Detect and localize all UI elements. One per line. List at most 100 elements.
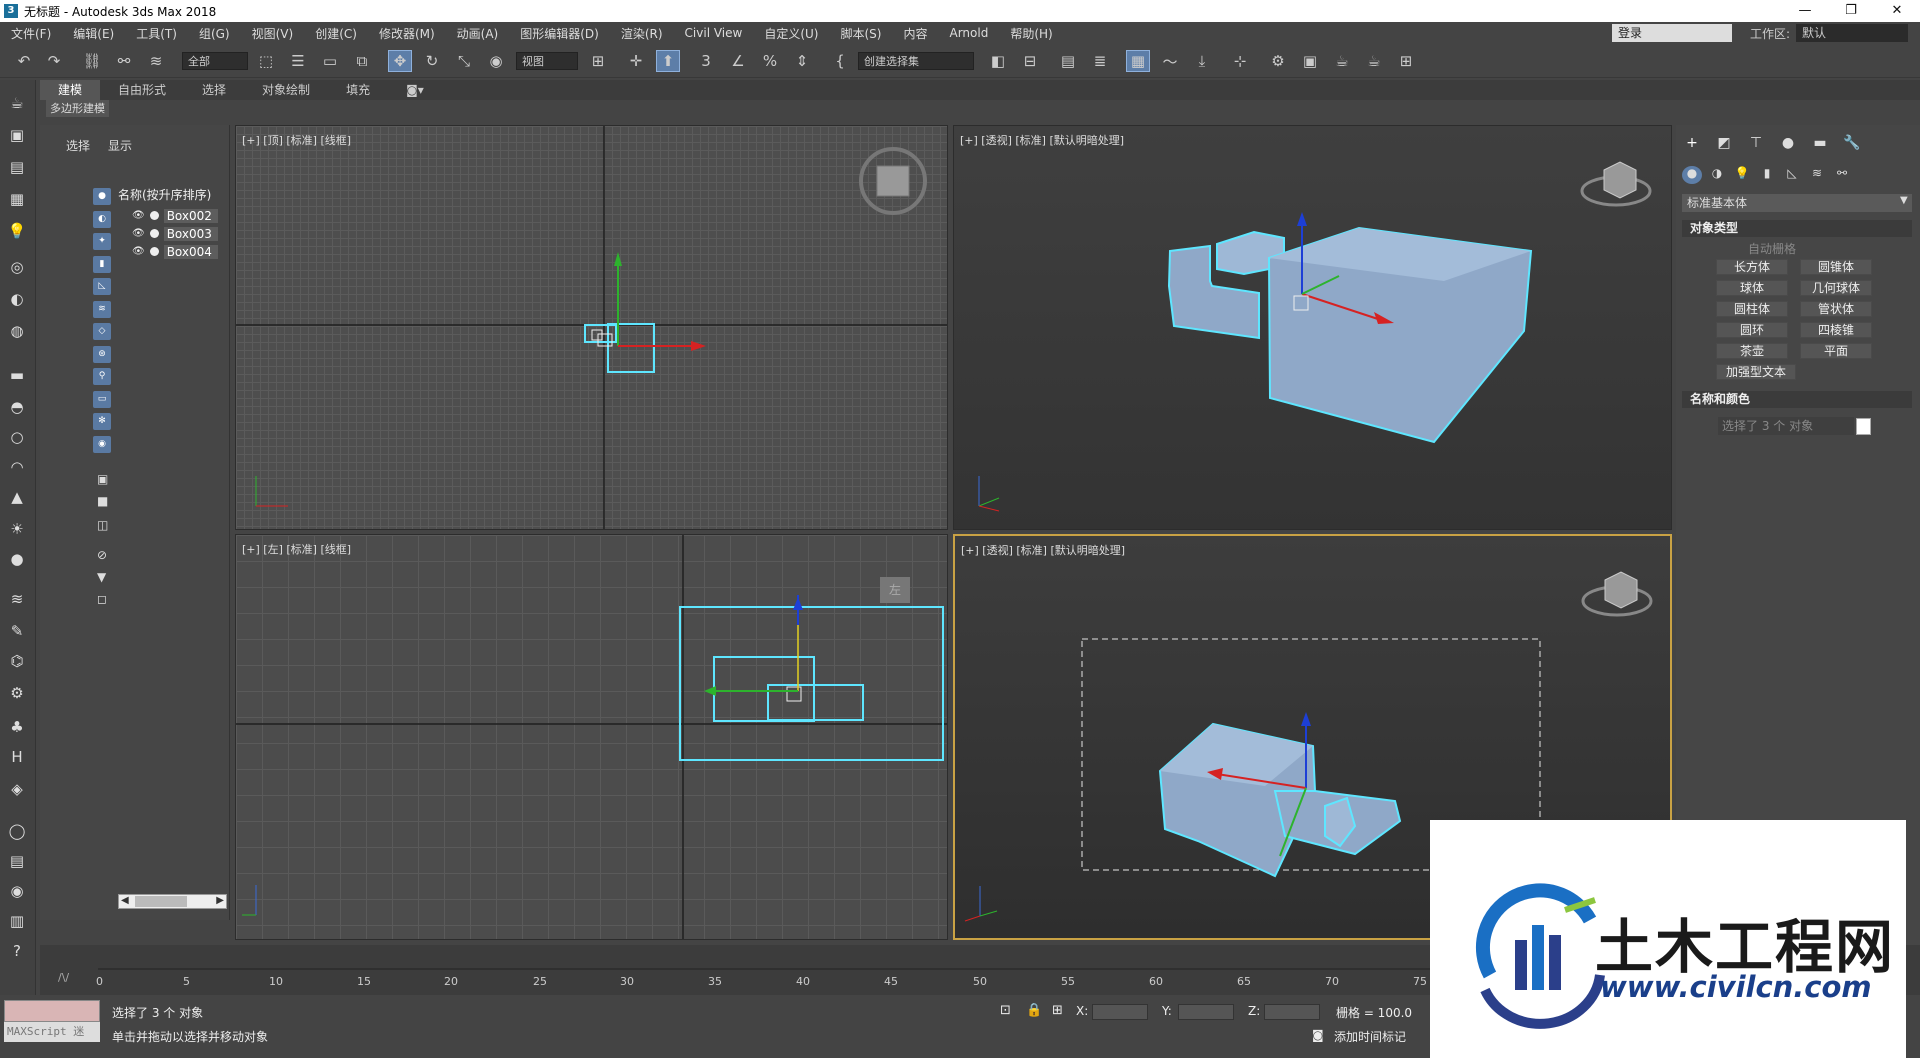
- absolute-mode-icon[interactable]: ⊞: [1052, 1003, 1063, 1018]
- viewport-left[interactable]: [+] [左] [标准] [线框] 左: [235, 534, 948, 940]
- visibility-eye-icon[interactable]: 👁: [132, 246, 145, 257]
- ribbon-options-icon[interactable]: ◙▾: [388, 80, 442, 100]
- object-name[interactable]: Box003: [163, 226, 218, 241]
- render-cloud-icon[interactable]: ⊞: [1394, 50, 1418, 72]
- camera-icon[interactable]: ◎: [6, 256, 28, 278]
- workspace-select[interactable]: 默认: [1796, 24, 1908, 42]
- display-all-icon[interactable]: ▣: [97, 472, 108, 486]
- link-icon[interactable]: ⛓: [80, 50, 104, 72]
- ribbon-toggle-icon[interactable]: ▦: [1126, 50, 1150, 72]
- cone-button[interactable]: 圆锥体: [1800, 259, 1872, 275]
- filter-hidden-icon[interactable]: ◉: [93, 435, 111, 453]
- scene-explorer-header[interactable]: 名称(按升序排序): [118, 186, 211, 203]
- ribbon-tab-populate[interactable]: 填充: [328, 80, 388, 100]
- maxscript-mini-listener[interactable]: MAXScript 迷: [4, 1022, 100, 1042]
- curve-editor-icon[interactable]: 〜: [1158, 50, 1182, 72]
- book-icon[interactable]: ▥: [6, 910, 28, 932]
- menu-customize[interactable]: 自定义(U): [753, 25, 829, 42]
- layer-explorer-icon[interactable]: ≣: [1088, 50, 1112, 72]
- menu-file[interactable]: 文件(F): [0, 25, 62, 42]
- place-icon[interactable]: ◉: [484, 50, 508, 72]
- ball-icon[interactable]: ●: [6, 548, 28, 570]
- visibility-eye-icon[interactable]: 👁: [132, 228, 145, 239]
- scene-object-row[interactable]: 👁 Box002: [132, 207, 218, 224]
- select-scale-icon[interactable]: ⤡: [452, 50, 476, 72]
- scroll-left-icon[interactable]: ◀: [121, 895, 129, 906]
- tube-button[interactable]: 管状体: [1800, 301, 1872, 317]
- box-button[interactable]: 长方体: [1716, 259, 1788, 275]
- window-crossing-icon[interactable]: ⧉: [350, 50, 374, 72]
- menu-content[interactable]: 内容: [892, 25, 938, 42]
- object-type-rollout[interactable]: 对象类型: [1682, 220, 1912, 237]
- filter-helpers-icon[interactable]: ◺: [93, 278, 111, 295]
- angle-snap-icon[interactable]: ∠: [726, 50, 750, 72]
- filter-cameras-icon[interactable]: ▮: [93, 255, 111, 273]
- display-none-icon[interactable]: ■: [97, 494, 108, 508]
- cone-icon[interactable]: ▲: [6, 486, 28, 508]
- teapot-button[interactable]: 茶壶: [1716, 343, 1788, 359]
- menu-views[interactable]: 视图(V): [241, 25, 305, 42]
- freeze-dot-icon[interactable]: [149, 247, 159, 256]
- object-color-swatch[interactable]: [1856, 418, 1871, 435]
- scene-explorer-tab-select[interactable]: 选择: [66, 137, 90, 154]
- sphere-icon[interactable]: ○: [6, 426, 28, 448]
- login-dropdown[interactable]: 登录: [1612, 24, 1732, 42]
- object-name[interactable]: Box004: [163, 244, 218, 259]
- primitive-type-dropdown[interactable]: 标准基本体: [1682, 194, 1912, 212]
- ribbon-tab-freeform[interactable]: 自由形式: [100, 80, 184, 100]
- brush-icon[interactable]: ✎: [6, 620, 28, 642]
- motion-tab-icon[interactable]: ●: [1776, 135, 1800, 155]
- sun-icon[interactable]: ☀: [6, 518, 28, 540]
- layer-toggle-icon[interactable]: ◻: [97, 592, 107, 606]
- shell-icon[interactable]: ◠: [6, 456, 28, 478]
- render-cam-icon[interactable]: ◉: [6, 880, 28, 902]
- render-production-icon[interactable]: ☕: [1330, 50, 1354, 72]
- visibility-eye-icon[interactable]: 👁: [132, 210, 145, 221]
- plane-button[interactable]: 平面: [1800, 343, 1872, 359]
- scene-object-row[interactable]: 👁 Box004: [132, 243, 218, 260]
- rendered-frame-icon[interactable]: ▣: [1298, 50, 1322, 72]
- scene-list-icon[interactable]: ▤: [6, 156, 28, 178]
- filter-spacewarps-icon[interactable]: ≋: [93, 300, 111, 318]
- clear-filter-icon[interactable]: ⊘: [97, 548, 107, 562]
- filter-lights-icon[interactable]: ✦: [93, 233, 111, 250]
- auto-grid-checkbox[interactable]: 自动栅格: [1748, 240, 1796, 257]
- scatter-icon[interactable]: ◈: [6, 778, 28, 800]
- lights-category-icon[interactable]: 💡: [1732, 166, 1752, 184]
- selection-lock-icon[interactable]: 🔒: [1026, 1003, 1042, 1018]
- ribbon-tab-modeling[interactable]: 建模: [40, 80, 101, 100]
- bind-spacewarp-icon[interactable]: ≋: [144, 50, 168, 72]
- ribbon-tab-object-paint[interactable]: 对象绘制: [244, 80, 328, 100]
- menu-graph-editors[interactable]: 图形编辑器(D): [509, 25, 610, 42]
- scroll-right-icon[interactable]: ▶: [216, 895, 224, 906]
- edit-named-selection-icon[interactable]: {: [828, 50, 852, 72]
- display-tab-icon[interactable]: ▬: [1808, 135, 1832, 155]
- keyboard-shortcut-override-icon[interactable]: ⬆: [656, 50, 680, 72]
- freeze-dot-icon[interactable]: [149, 229, 159, 238]
- close-button[interactable]: ✕: [1874, 0, 1920, 22]
- add-time-tag-button[interactable]: 添加时间标记: [1334, 1028, 1406, 1045]
- maxscript-listener-input[interactable]: [4, 1000, 100, 1022]
- geosphere-button[interactable]: 几何球体: [1800, 280, 1872, 296]
- select-object-icon[interactable]: ⬚: [254, 50, 278, 72]
- move-transform-icon[interactable]: ✛: [624, 50, 648, 72]
- menu-scripting[interactable]: 脚本(S): [829, 25, 892, 42]
- gear-icon[interactable]: ⚙: [6, 682, 28, 704]
- menu-rendering[interactable]: 渲染(R): [610, 25, 674, 42]
- shapes-category-icon[interactable]: ◑: [1707, 166, 1727, 184]
- filter-funnel-icon[interactable]: ▼: [97, 570, 106, 584]
- ribbon-polygon-modeling[interactable]: 多边形建模: [46, 100, 109, 117]
- menu-animation[interactable]: 动画(A): [446, 25, 510, 42]
- object-name-field[interactable]: 选择了 3 个 对象: [1718, 417, 1854, 435]
- curve-editor-mini-icon[interactable]: /\/: [58, 971, 69, 984]
- dropdown-arrow-icon[interactable]: ▼: [1900, 195, 1908, 206]
- scene-explorer-hscrollbar[interactable]: ◀ ▶: [118, 894, 227, 909]
- scrollbar-thumb[interactable]: [135, 896, 187, 907]
- menu-group[interactable]: 组(G): [188, 25, 241, 42]
- pivot-center-icon[interactable]: ⊞: [586, 50, 610, 72]
- name-color-rollout[interactable]: 名称和颜色: [1682, 391, 1912, 408]
- redo-icon[interactable]: ↷: [42, 50, 66, 72]
- light-icon[interactable]: 💡: [6, 220, 28, 242]
- z-coordinate-field[interactable]: [1264, 1004, 1320, 1020]
- torus-button[interactable]: 圆环: [1716, 322, 1788, 338]
